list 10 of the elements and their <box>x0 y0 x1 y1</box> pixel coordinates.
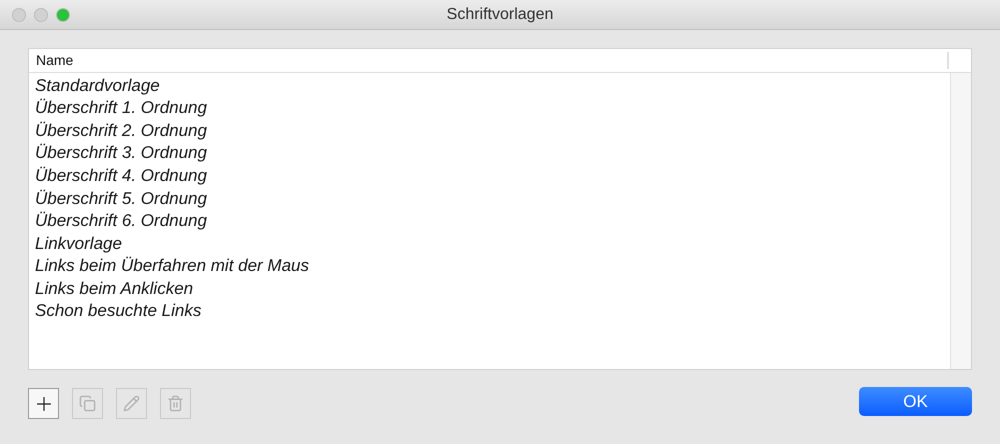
column-header[interactable]: Name <box>29 52 949 69</box>
trash-icon <box>167 395 184 412</box>
window-button[interactable] <box>34 8 48 22</box>
add-button[interactable] <box>28 388 59 419</box>
window-button[interactable] <box>12 8 26 22</box>
window-title: Schriftvorlagen <box>446 4 554 24</box>
copy-icon <box>79 395 96 412</box>
window-button[interactable] <box>56 8 70 22</box>
pencil-icon <box>123 395 140 412</box>
ok-button[interactable]: OK <box>859 387 972 416</box>
